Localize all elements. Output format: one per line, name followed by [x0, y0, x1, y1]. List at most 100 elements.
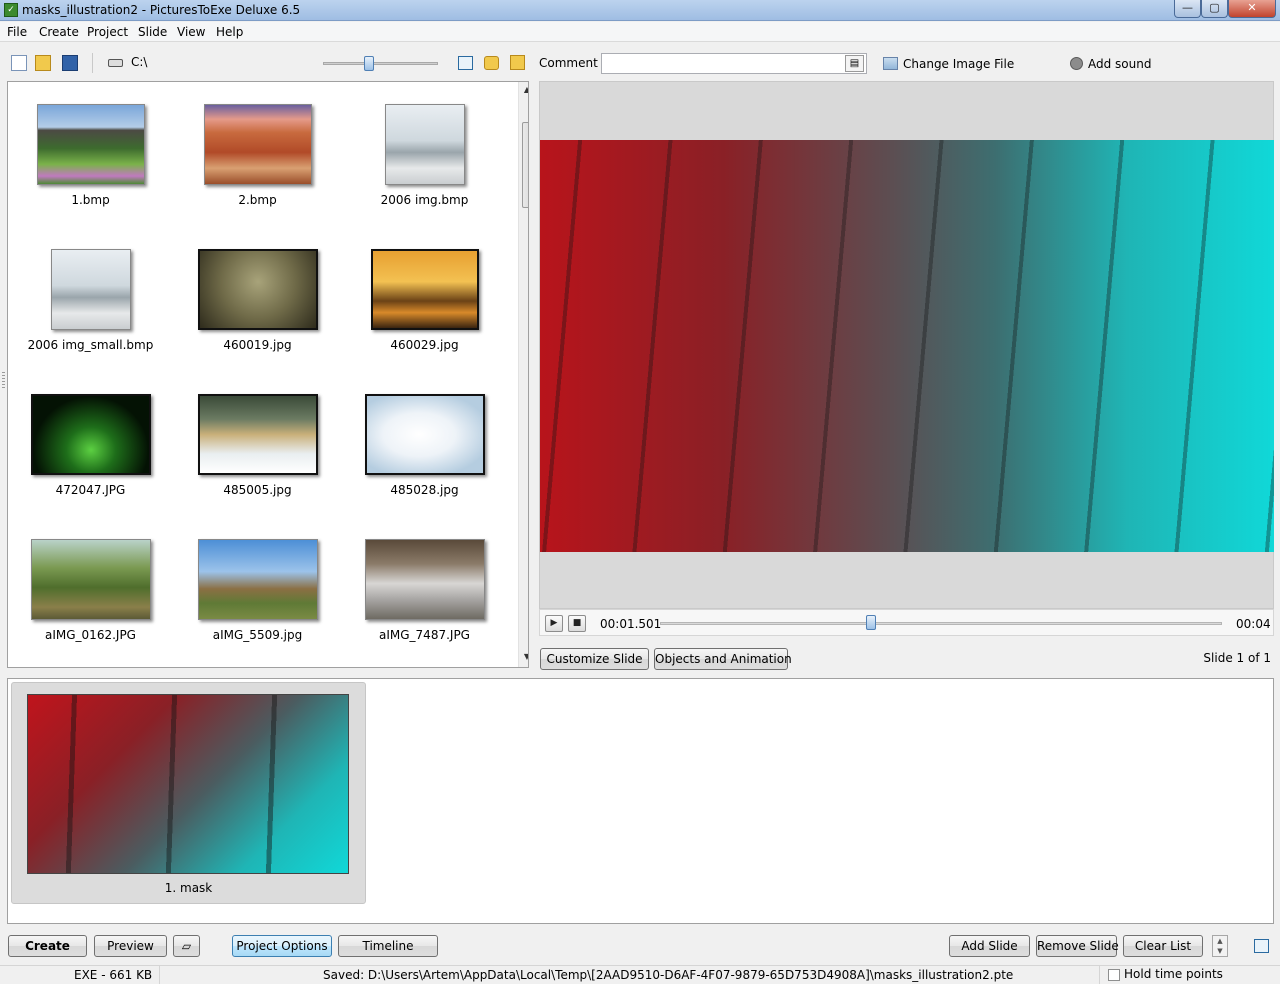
toolbar-separator: [92, 53, 93, 73]
thumbnail-size-slider[interactable]: [323, 62, 438, 65]
change-image-icon[interactable]: [883, 57, 898, 70]
file-name: 2006 img_small.bmp: [27, 338, 154, 352]
time-slider-thumb[interactable]: [865, 615, 876, 630]
file-browser[interactable]: 1.bmp 2.bmp 2006 img.bmp 2006 img_small.…: [7, 81, 529, 668]
file-item[interactable]: 472047.JPG: [8, 372, 173, 512]
folder-up-icon[interactable]: [510, 55, 525, 70]
file-name: 460019.jpg: [223, 338, 292, 352]
file-name: 485005.jpg: [223, 483, 292, 497]
maximize-button[interactable]: ▢: [1201, 0, 1228, 18]
file-thumbnail: [31, 394, 151, 475]
file-name: aIMG_5509.jpg: [212, 628, 303, 642]
exe-size: EXE - 661 KB: [0, 966, 160, 984]
minimize-button[interactable]: —: [1174, 0, 1201, 18]
file-thumbnail: [198, 539, 318, 620]
open-project-icon[interactable]: [35, 55, 51, 71]
file-thumbnail: [198, 394, 318, 475]
change-image-file-button[interactable]: Change Image File: [903, 57, 1014, 71]
stop-icon[interactable]: ■: [568, 615, 586, 632]
time-slider[interactable]: [660, 622, 1222, 625]
file-name: aIMG_0162.JPG: [45, 628, 136, 642]
menu-project[interactable]: Project: [87, 25, 128, 39]
scrollbar-thumb[interactable]: [522, 122, 528, 208]
add-sound-button[interactable]: Add sound: [1088, 57, 1151, 71]
slide-preview[interactable]: [539, 81, 1274, 609]
slide-label: 1. mask: [164, 881, 213, 895]
file-item[interactable]: 2.bmp: [175, 82, 340, 222]
current-time: 00:01.501: [600, 617, 662, 631]
comment-edit-button[interactable]: ▤: [845, 55, 864, 72]
file-item[interactable]: 485005.jpg: [175, 372, 340, 512]
file-thumbnail: [385, 104, 465, 185]
file-name: 485028.jpg: [390, 483, 459, 497]
hold-time-points-label[interactable]: Hold time points: [1124, 967, 1223, 981]
file-name: aIMG_7487.JPG: [379, 628, 470, 642]
scroll-down-icon[interactable]: ▼: [519, 652, 528, 666]
display-options-icon[interactable]: ▱: [173, 935, 200, 957]
file-thumbnail: [371, 249, 479, 330]
timeline-button[interactable]: Timeline: [338, 935, 438, 957]
file-item[interactable]: 460029.jpg: [342, 227, 507, 367]
objects-and-animation-button[interactable]: Objects and Animation: [654, 648, 792, 670]
slide-counter: Slide 1 of 1: [1203, 651, 1271, 665]
customize-slide-button[interactable]: Customize Slide: [540, 648, 649, 670]
save-project-icon[interactable]: [62, 55, 78, 71]
drive-path[interactable]: C:\: [131, 55, 147, 69]
menu-file[interactable]: File: [7, 25, 27, 39]
menu-slide[interactable]: Slide: [138, 25, 167, 39]
slide-list[interactable]: 1. mask: [7, 678, 1274, 924]
file-name: 2.bmp: [238, 193, 277, 207]
total-time: 00:04: [1236, 617, 1271, 631]
create-button[interactable]: Create: [8, 935, 87, 957]
file-name: 460029.jpg: [390, 338, 459, 352]
fit-view-icon[interactable]: [458, 56, 473, 70]
menu-help[interactable]: Help: [216, 25, 243, 39]
menu-create[interactable]: Create: [39, 25, 79, 39]
file-thumbnail: [365, 394, 485, 475]
file-item[interactable]: 485028.jpg: [342, 372, 507, 512]
hold-time-points-checkbox[interactable]: [1108, 969, 1120, 981]
file-item[interactable]: 2006 img_small.bmp: [8, 227, 173, 367]
preview-button[interactable]: Preview: [94, 935, 167, 957]
drive-icon[interactable]: [108, 59, 123, 67]
comment-input[interactable]: [601, 53, 867, 74]
add-slide-button[interactable]: Add Slide: [949, 935, 1030, 957]
player-bar: ▶ ■ 00:01.501 00:04: [539, 609, 1274, 636]
close-button[interactable]: ✕: [1228, 0, 1276, 18]
file-thumbnail: [37, 104, 145, 185]
window-title: masks_illustration2 - PicturesToExe Delu…: [22, 3, 301, 17]
slide-card[interactable]: 1. mask: [11, 682, 366, 904]
new-project-icon[interactable]: [11, 55, 27, 71]
file-item[interactable]: 1.bmp: [8, 82, 173, 222]
file-item[interactable]: 2006 img.bmp: [342, 82, 507, 222]
file-item[interactable]: aIMG_5509.jpg: [175, 517, 340, 657]
file-thumbnail: [31, 539, 151, 620]
file-name: 1.bmp: [71, 193, 110, 207]
clear-list-button[interactable]: Clear List: [1123, 935, 1203, 957]
file-thumbnail: [204, 104, 312, 185]
slide-thumbnail: [27, 694, 349, 874]
remove-slide-button[interactable]: Remove Slide: [1036, 935, 1119, 957]
play-icon[interactable]: ▶: [545, 615, 563, 632]
file-browser-scrollbar[interactable]: ▲ ▼: [518, 82, 528, 667]
file-item[interactable]: 460019.jpg: [175, 227, 340, 367]
splitter-grip[interactable]: [2, 372, 5, 390]
menu-view[interactable]: View: [177, 25, 205, 39]
file-thumbnail: [365, 539, 485, 620]
file-item[interactable]: aIMG_0162.JPG: [8, 517, 173, 657]
preview-image: [540, 140, 1274, 552]
app-icon: ✓: [4, 3, 18, 17]
scroll-up-icon[interactable]: ▲: [519, 85, 528, 99]
thumbnail-size-slider-thumb[interactable]: [364, 56, 374, 71]
file-thumbnail: [51, 249, 131, 330]
reorder-spin-icon[interactable]: ▲ ▼: [1212, 935, 1228, 957]
folder-icon[interactable]: [484, 56, 499, 70]
saved-path: Saved: D:\Users\Artem\AppData\Local\Temp…: [160, 966, 1100, 984]
sound-icon[interactable]: [1070, 57, 1083, 70]
comment-label: Comment: [539, 56, 598, 70]
file-item[interactable]: aIMG_7487.JPG: [342, 517, 507, 657]
project-options-button[interactable]: Project Options: [232, 935, 332, 957]
fit-view-icon[interactable]: [1254, 939, 1269, 953]
file-name: 472047.JPG: [55, 483, 126, 497]
file-name: 2006 img.bmp: [380, 193, 469, 207]
